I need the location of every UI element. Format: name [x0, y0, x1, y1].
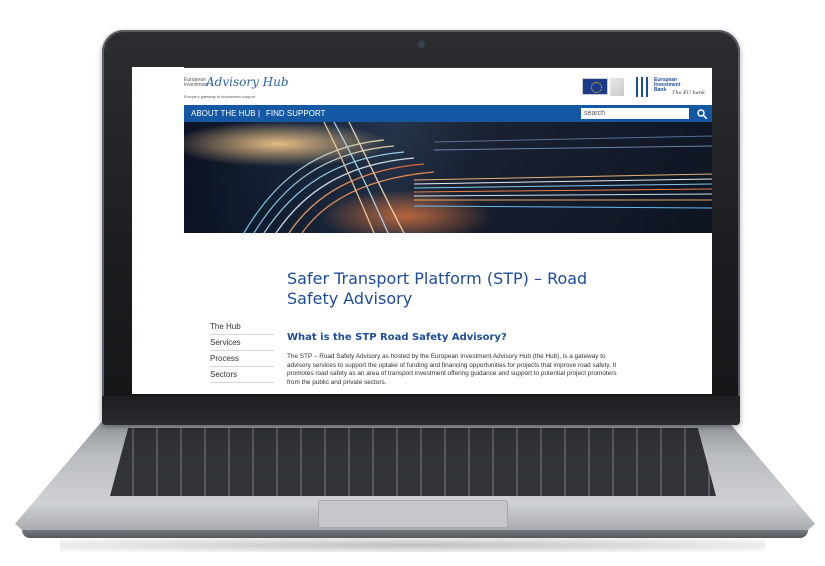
laptop-shadow: [60, 538, 765, 552]
search-button[interactable]: [691, 105, 712, 122]
laptop-base-lip: [22, 530, 808, 538]
logo-tagline: Europe's gateway to investment support: [184, 94, 256, 99]
side-nav-item-the-hub[interactable]: The Hub: [210, 319, 274, 335]
side-nav-item-services[interactable]: Services: [210, 335, 274, 351]
page-title: Safer Transport Platform (STP) – Road Sa…: [287, 269, 588, 308]
intro-paragraph: The STP – Road Safety Advisory as hosted…: [287, 353, 617, 386]
laptop-keyboard: [110, 428, 716, 496]
eib-tagline: The EU bank: [672, 90, 705, 96]
search-input[interactable]: [581, 108, 689, 119]
hero-light-trails: [243, 122, 712, 233]
side-nav: The Hub Services Process Sectors: [210, 319, 274, 383]
logo-small-line2: Investment: [184, 82, 209, 88]
side-nav-item-process[interactable]: Process: [210, 351, 274, 367]
laptop-screen: European Investment Advisory Hub Europe'…: [132, 67, 712, 394]
nav-find-support[interactable]: FIND SUPPORT: [266, 109, 325, 118]
advisory-hub-logo-small[interactable]: European Investment: [184, 78, 208, 88]
nav-separator: |: [258, 109, 261, 118]
main-nav: ABOUT THE HUB | FIND SUPPORT: [184, 105, 712, 122]
eu-ribbon-icon: [610, 78, 624, 96]
advisory-hub-logo[interactable]: Advisory Hub: [206, 75, 289, 89]
search-icon: [696, 108, 707, 119]
section-heading: What is the STP Road Safety Advisory?: [287, 332, 507, 343]
eib-logo-icon[interactable]: [636, 77, 650, 97]
side-nav-item-sectors[interactable]: Sectors: [210, 367, 274, 383]
nav-about-the-hub[interactable]: ABOUT THE HUB: [191, 109, 256, 118]
eu-flag-icon[interactable]: [582, 78, 608, 95]
laptop-touchpad: [318, 500, 508, 528]
site-header: European Investment Advisory Hub Europe'…: [184, 67, 712, 105]
camera-icon: [419, 42, 424, 47]
laptop-bezel-bottom: [102, 396, 740, 425]
hero-image: [184, 122, 712, 233]
